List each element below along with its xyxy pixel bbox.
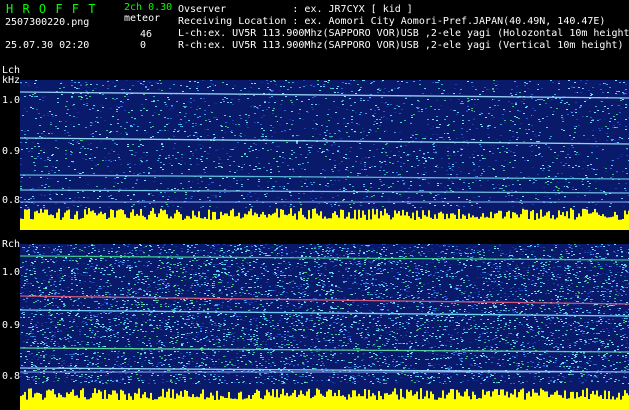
lch-spectrogram (20, 80, 629, 230)
app-title: H R O F F T (6, 2, 97, 16)
rch-label: Rch (2, 239, 21, 250)
lch-info: L-ch:ex. UV5R 113.900Mhz(SAPPORO VOR)USB… (178, 28, 629, 39)
rch-ytick-2: 0.9 (2, 320, 21, 331)
rch-ytick-3: 0.8 (2, 371, 21, 382)
channel-mode: 2ch 0.30 (124, 2, 173, 13)
meteor-count-rch: 0 (140, 40, 147, 51)
timestamp: 25.07.30 02:20 (5, 40, 90, 51)
khz-label: kHz (2, 75, 21, 86)
rch-info: R-ch:ex. UV5R 113.900Mhz(SAPPORO VOR)USB… (178, 40, 624, 51)
lch-ytick-2: 0.9 (2, 146, 21, 157)
filename: 2507300220.png (5, 17, 90, 28)
lch-ytick-1: 1.0 (2, 95, 21, 106)
meteor-label: meteor (124, 13, 161, 24)
location-info: Receiving Location : ex. Aomori City Aom… (178, 16, 606, 27)
lch-spectrogram-canvas (20, 80, 629, 230)
rch-spectrogram-canvas (20, 244, 629, 410)
rch-ytick-1: 1.0 (2, 267, 21, 278)
observer-info: Ovserver : ex. JR7CYX [ kid ] (178, 4, 413, 15)
rch-spectrogram (20, 244, 629, 410)
meteor-count-lch: 46 (140, 29, 153, 40)
lch-ytick-3: 0.8 (2, 195, 21, 206)
